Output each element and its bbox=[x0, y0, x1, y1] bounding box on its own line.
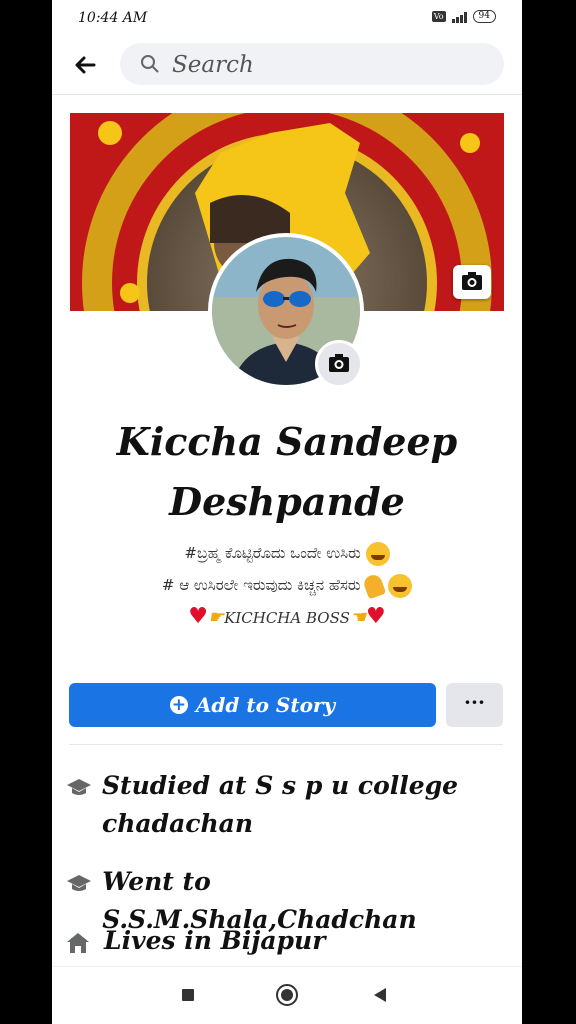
heart-icon: ♥ bbox=[188, 604, 208, 629]
home-button-icon[interactable] bbox=[276, 984, 298, 1006]
laughing-emoji-icon bbox=[365, 542, 390, 566]
search-input[interactable]: Search bbox=[120, 43, 504, 85]
plus-circle-icon: + bbox=[169, 695, 188, 715]
bio-line-2: # ಆ ಉಸಿರಲೇ ಇರುವುದು ಕಿಚ್ಚನ ಹೆಸರು bbox=[52, 572, 522, 600]
cover-camera-icon[interactable] bbox=[453, 265, 491, 299]
detail-text: Lives in Bijapur bbox=[104, 926, 326, 955]
bio-line-3: ♥☛KICHCHA BOSS☚♥ bbox=[52, 604, 522, 629]
laughing-emoji-icon bbox=[388, 574, 413, 598]
status-time: 10:44 AM bbox=[78, 10, 148, 26]
add-story-label: Add to Story bbox=[195, 693, 336, 717]
bio-text-1: #ಬ್ರಹ್ಮ ಕೊಟ್ಟಿರೊದು ಒಂದೇ ಉಸಿರು bbox=[184, 544, 361, 562]
volte-icon: Vo bbox=[431, 11, 446, 22]
back-triangle-icon[interactable] bbox=[374, 988, 386, 1002]
search-icon bbox=[141, 55, 159, 73]
flexed-biceps-icon bbox=[362, 572, 387, 600]
more-options-button[interactable]: ··· bbox=[446, 683, 503, 727]
profile-name-line1: Kiccha Sandeep bbox=[116, 419, 458, 464]
home-icon bbox=[66, 932, 94, 958]
profile-name-line2: Deshpande bbox=[169, 479, 405, 524]
bio-text-3: KICHCHA BOSS bbox=[224, 609, 350, 627]
divider bbox=[69, 744, 503, 745]
search-header: Search bbox=[52, 38, 522, 95]
pointing-right-icon: ☛ bbox=[207, 607, 225, 628]
detail-lives-in[interactable]: Lives in Bijapur bbox=[66, 922, 506, 960]
detail-text: Studied at S s p u college chadachan bbox=[102, 771, 459, 838]
graduation-cap-icon bbox=[66, 873, 92, 899]
graduation-cap-icon bbox=[66, 777, 92, 803]
avatar-camera-icon[interactable] bbox=[315, 340, 363, 388]
add-to-story-button[interactable]: + Add to Story bbox=[69, 683, 436, 727]
status-bar: 10:44 AM Vo 94 bbox=[52, 0, 522, 36]
profile-name: Kiccha Sandeep Deshpande bbox=[52, 412, 522, 532]
signal-icon bbox=[451, 11, 467, 23]
search-placeholder: Search bbox=[172, 52, 254, 78]
bio-text-2: # ಆ ಉಸಿರಲೇ ಇರುವುದು ಕಿಚ್ಚನ ಹೆಸರು bbox=[161, 576, 361, 594]
bio-line-1: #ಬ್ರಹ್ಮ ಕೊಟ್ಟಿರೊದು ಒಂದೇ ಉಸಿರು bbox=[52, 542, 522, 566]
pointing-left-icon: ☚ bbox=[349, 607, 367, 628]
battery-icon: 94 bbox=[472, 10, 496, 23]
heart-icon: ♥ bbox=[366, 604, 386, 629]
back-arrow-icon[interactable] bbox=[70, 50, 100, 80]
detail-education-college[interactable]: Studied at S s p u college chadachan bbox=[66, 767, 506, 843]
phone-screen: 10:44 AM Vo 94 Search Kiccha Sandeep Des… bbox=[52, 0, 522, 1024]
recent-apps-icon[interactable] bbox=[182, 989, 194, 1001]
system-navigation-bar bbox=[52, 966, 522, 1024]
status-icons: Vo 94 bbox=[431, 10, 496, 23]
